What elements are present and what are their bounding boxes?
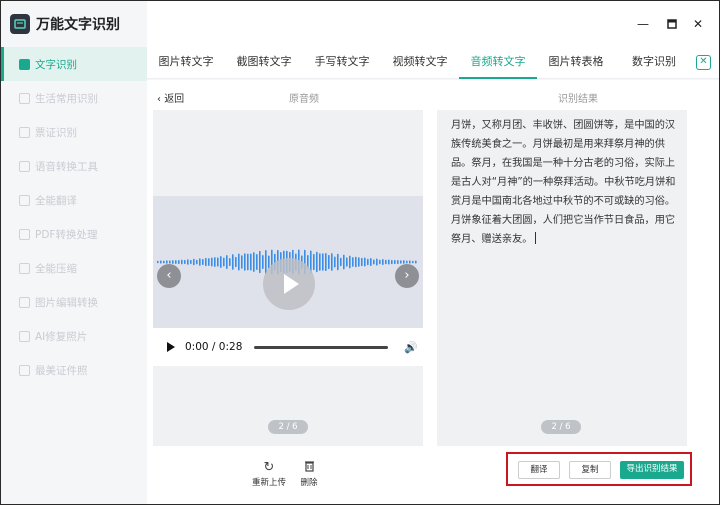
life-icon — [19, 92, 30, 104]
pdf-icon — [19, 228, 30, 240]
app-header: 万能文字识别 — [1, 1, 147, 47]
next-arrow-button[interactable]: › — [395, 264, 419, 288]
app-title: 万能文字识别 — [36, 17, 120, 33]
tab-image-to-table[interactable]: 图片转表格 — [537, 47, 615, 79]
audio-progress-track[interactable] — [254, 345, 389, 349]
app-window: 万能文字识别 — ✕ 文字识别 生活常用识别 票证识别 语音转换工具 全能翻译 … — [0, 0, 720, 505]
sidebar: 文字识别 生活常用识别 票证识别 语音转换工具 全能翻译 PDF转换处理 全能压… — [1, 47, 147, 504]
highlighted-action-group: 翻译 复制 导出识别结果 — [506, 452, 692, 486]
sidebar-item-image-edit[interactable]: 图片编辑转换 — [1, 285, 147, 319]
reupload-button[interactable]: ↻ 重新上传 — [247, 460, 291, 488]
tab-screenshot-to-text[interactable]: 截图转文字 — [225, 47, 303, 79]
play-overlay-button[interactable] — [263, 258, 315, 310]
text-recognition-icon — [19, 58, 30, 70]
app-logo-icon — [10, 14, 30, 34]
refresh-icon: ↻ — [263, 460, 275, 475]
result-textarea[interactable]: 月饼，又称月团、丰收饼、团圆饼等，是中国的汉族传统美食之一。月饼最初是用来拜祭月… — [451, 116, 677, 249]
trash-icon — [287, 460, 331, 476]
close-window-icon[interactable]: ✕ — [691, 17, 705, 31]
sidebar-item-ai-repair[interactable]: AI修复照片 — [1, 319, 147, 353]
minimize-icon[interactable]: — — [636, 17, 650, 31]
sidebar-item-id-photo[interactable]: 最美证件照 — [1, 353, 147, 387]
tab-handwriting-to-text[interactable]: 手写转文字 — [303, 47, 381, 79]
left-page-indicator: 2 / 6 — [268, 420, 308, 434]
ticket-icon — [19, 126, 30, 138]
copy-button[interactable]: 复制 — [569, 461, 611, 479]
tab-number-recognition[interactable]: 数字识别 — [615, 47, 693, 79]
sidebar-item-ticket-recognition[interactable]: 票证识别 — [1, 115, 147, 149]
main-content: ‹ 返回 原音频 识别结果 ‹ › 0:00 / 0:28 🔊 2 / 6 月饼… — [147, 80, 719, 504]
tab-image-to-text[interactable]: 图片转文字 — [147, 47, 225, 79]
audio-player: 0:00 / 0:28 🔊 — [153, 328, 423, 366]
title-bar: — ✕ — [147, 1, 719, 47]
id-photo-icon — [19, 364, 30, 376]
right-page-indicator: 2 / 6 — [541, 420, 581, 434]
sidebar-item-text-recognition[interactable]: 文字识别 — [1, 47, 147, 81]
text-caret — [534, 232, 536, 244]
sidebar-item-pdf[interactable]: PDF转换处理 — [1, 217, 147, 251]
sidebar-item-life-recognition[interactable]: 生活常用识别 — [1, 81, 147, 115]
prev-arrow-button[interactable]: ‹ — [157, 264, 181, 288]
tab-video-to-text[interactable]: 视频转文字 — [381, 47, 459, 79]
audio-panel: ‹ › 0:00 / 0:28 🔊 2 / 6 — [153, 110, 423, 446]
sidebar-item-translate[interactable]: 全能翻译 — [1, 183, 147, 217]
audio-time: 0:00 / 0:28 — [185, 341, 243, 353]
image-edit-icon — [19, 296, 30, 308]
audio-play-icon[interactable] — [167, 342, 175, 352]
compress-icon — [19, 262, 30, 274]
original-audio-header: 原音频 — [289, 94, 319, 105]
maximize-icon[interactable] — [665, 17, 679, 31]
close-tab-icon[interactable]: ✕ — [696, 55, 711, 70]
translate-icon — [19, 194, 30, 206]
export-result-button[interactable]: 导出识别结果 — [620, 461, 684, 479]
volume-icon[interactable]: 🔊 — [404, 341, 418, 354]
tab-audio-to-text[interactable]: 音频转文字 — [459, 47, 537, 79]
translate-button[interactable]: 翻译 — [518, 461, 560, 479]
tab-bar: 图片转文字 截图转文字 手写转文字 视频转文字 音频转文字 图片转表格 数字识别… — [147, 47, 719, 79]
sidebar-item-voice-tools[interactable]: 语音转换工具 — [1, 149, 147, 183]
back-button[interactable]: ‹ 返回 — [157, 90, 184, 105]
ai-repair-icon — [19, 330, 30, 342]
sidebar-item-compress[interactable]: 全能压缩 — [1, 251, 147, 285]
result-panel: 月饼，又称月团、丰收饼、团圆饼等，是中国的汉族传统美食之一。月饼最初是用来拜祭月… — [437, 110, 687, 446]
result-header: 识别结果 — [558, 94, 598, 105]
delete-button[interactable]: 删除 — [287, 460, 331, 488]
audio-preview: ‹ › — [153, 196, 423, 328]
voice-icon — [19, 160, 30, 172]
